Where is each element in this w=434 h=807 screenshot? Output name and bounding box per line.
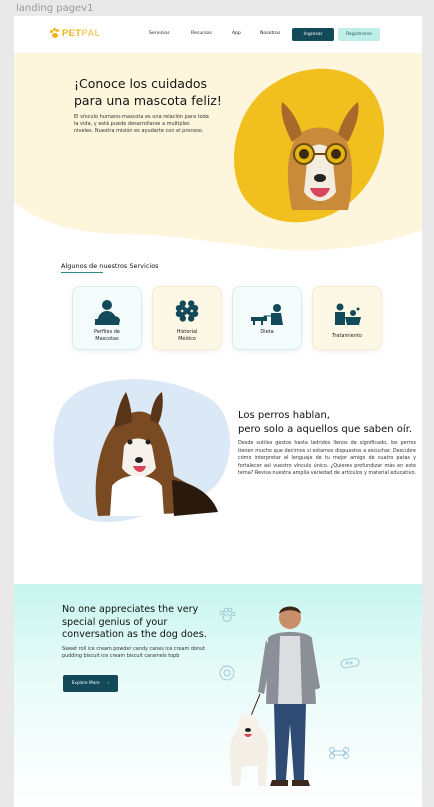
- vet-person-icon: [95, 300, 120, 325]
- hero-description: El vínculo humano-mascota es una relació…: [74, 114, 209, 135]
- service-card-label: Perfiles de Mascotas: [73, 329, 141, 342]
- bone-icon: [175, 300, 199, 322]
- nav-link-app[interactable]: App: [232, 31, 241, 36]
- logo-pet: PET: [62, 28, 82, 39]
- chevron-right-icon: ›: [107, 681, 110, 686]
- dog-bath-icon: [335, 303, 361, 325]
- cta-description: Sweet roll ice cream powder candy canes …: [62, 646, 206, 660]
- hero-title: ¡Conoce los cuidados para una mascota fe…: [74, 75, 244, 109]
- nav-link-recursos[interactable]: Recursos: [191, 31, 212, 36]
- logo-pal: PAL: [81, 28, 101, 39]
- explore-more-button[interactable]: Explore More ›: [63, 675, 118, 692]
- dog-walk-icon: [251, 304, 283, 325]
- service-label-line2: Mascotas: [95, 335, 119, 342]
- hero-title-line1: ¡Conoce los cuidados: [74, 76, 208, 91]
- dogs-description: Desde sutiles gestos hasta ladridos llen…: [238, 440, 416, 477]
- service-label-line1: Dieta: [260, 329, 274, 335]
- sheltie-dog-image: [53, 379, 231, 522]
- service-card-label: Dieta: [233, 329, 301, 336]
- hero-title-line2: para una mascota feliz!: [74, 93, 222, 108]
- nav-link-nosotros[interactable]: Nosotros: [260, 31, 280, 36]
- cta-title: No one appreciates the very special geni…: [62, 604, 207, 641]
- service-card-treatment[interactable]: Tratamiento: [312, 286, 382, 350]
- frame-label: landing pagev1: [16, 3, 94, 14]
- service-card-label: Tratamiento: [313, 333, 381, 340]
- logo[interactable]: PETPAL: [50, 28, 101, 39]
- man-with-dog-image: [229, 606, 320, 786]
- dogs-title-line1: Los perros hablan,: [238, 410, 330, 421]
- logo-text: PETPAL: [62, 28, 101, 39]
- service-card-medical-history[interactable]: Historial Médico: [152, 286, 222, 350]
- collar-outline-icon: [340, 657, 360, 669]
- paw-logo-icon: [50, 28, 60, 39]
- register-button[interactable]: Registrarse: [338, 28, 380, 41]
- cta-section: No one appreciates the very special geni…: [14, 584, 422, 807]
- service-card-pet-profiles[interactable]: Perfiles de Mascotas: [72, 286, 142, 350]
- dogs-title: Los perros hablan, pero solo a aquellos …: [238, 409, 412, 437]
- nav-link-servicios[interactable]: Servicios: [149, 31, 170, 36]
- dogs-title-line2: pero solo a aquellos que saben oír.: [238, 424, 413, 435]
- service-card-diet[interactable]: Dieta: [232, 286, 302, 350]
- landing-page: PETPAL Servicios Recursos App Nosotros I…: [14, 16, 422, 807]
- services-title-underline: [61, 272, 103, 273]
- service-label-line2: Médico: [178, 335, 196, 342]
- service-card-label: Historial Médico: [153, 329, 221, 342]
- top-navbar: PETPAL Servicios Recursos App Nosotros I…: [14, 16, 422, 53]
- service-label-line1: Tratamiento: [332, 333, 362, 339]
- services-title: Algunos de nuestros Servicios: [61, 262, 159, 270]
- explore-more-label: Explore More: [71, 681, 100, 686]
- login-button[interactable]: Ingresar: [292, 28, 334, 41]
- hero-background: [14, 42, 422, 251]
